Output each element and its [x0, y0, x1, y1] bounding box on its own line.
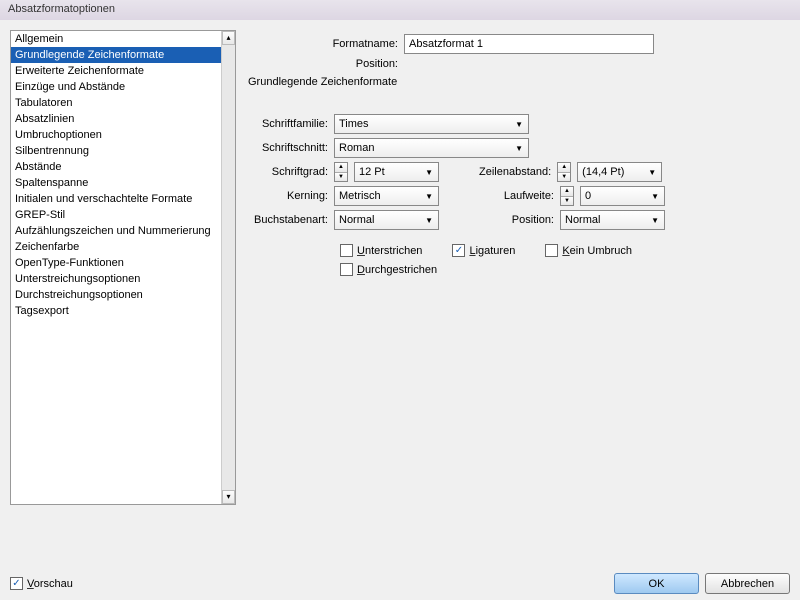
schriftgrad-label: Schriftgrad: — [248, 166, 328, 178]
cancel-button[interactable]: Abbrechen — [705, 573, 790, 594]
chevron-down-icon: ▼ — [422, 168, 436, 177]
sidebar-item[interactable]: Tagsexport — [11, 303, 221, 319]
zeilenabstand-value: (14,4 Pt) — [582, 166, 624, 178]
zeilenabstand-dropdown[interactable]: (14,4 Pt) ▼ — [577, 162, 662, 182]
spin-down-icon[interactable]: ▼ — [335, 173, 347, 182]
schriftfamilie-label: Schriftfamilie: — [248, 118, 328, 130]
laufweite-value: 0 — [585, 190, 591, 202]
position-value: Normal — [565, 214, 600, 226]
footer: ✓ Vorschau OK Abbrechen — [10, 573, 790, 594]
chevron-down-icon: ▼ — [648, 192, 662, 201]
sidebar-item[interactable]: Grundlegende Zeichenformate — [11, 47, 221, 63]
sidebar-item[interactable]: Einzüge und Abstände — [11, 79, 221, 95]
chevron-down-icon: ▼ — [648, 216, 662, 225]
sidebar-item[interactable]: Spaltenspanne — [11, 175, 221, 191]
kein-umbruch-label: Kein Umbruch — [562, 245, 632, 257]
section-title: Grundlegende Zeichenformate — [248, 76, 782, 88]
durchgestrichen-checkbox[interactable]: Durchgestrichen — [340, 263, 437, 276]
dialog-body: AllgemeinGrundlegende ZeichenformateErwe… — [0, 20, 800, 574]
schriftfamilie-dropdown[interactable]: Times ▼ — [334, 114, 529, 134]
spin-down-icon[interactable]: ▼ — [561, 197, 573, 206]
spin-up-icon[interactable]: ▲ — [335, 163, 347, 173]
spin-up-icon[interactable]: ▲ — [558, 163, 570, 173]
zeilenabstand-spinner[interactable]: ▲▼ — [557, 162, 571, 182]
sidebar-item[interactable]: Zeichenfarbe — [11, 239, 221, 255]
sidebar-item[interactable]: Tabulatoren — [11, 95, 221, 111]
durchgestrichen-label: Durchgestrichen — [357, 264, 437, 276]
buchstabenart-dropdown[interactable]: Normal ▼ — [334, 210, 439, 230]
checkbox-icon: ✓ — [452, 244, 465, 257]
scroll-up-icon[interactable]: ▴ — [222, 31, 235, 45]
kerning-label: Kerning: — [248, 190, 328, 202]
sidebar-item[interactable]: Durchstreichungsoptionen — [11, 287, 221, 303]
kein-umbruch-checkbox[interactable]: Kein Umbruch — [545, 244, 632, 257]
chevron-down-icon: ▼ — [422, 216, 436, 225]
schriftgrad-dropdown[interactable]: 12 Pt ▼ — [354, 162, 439, 182]
scroll-down-icon[interactable]: ▾ — [222, 490, 235, 504]
checkbox-icon — [545, 244, 558, 257]
spin-up-icon[interactable]: ▲ — [561, 187, 573, 197]
schriftschnitt-dropdown[interactable]: Roman ▼ — [334, 138, 529, 158]
laufweite-dropdown[interactable]: 0▼ — [580, 186, 665, 206]
spin-down-icon[interactable]: ▼ — [558, 173, 570, 182]
schriftschnitt-label: Schriftschnitt: — [248, 142, 328, 154]
kerning-dropdown[interactable]: Metrisch ▼ — [334, 186, 439, 206]
sidebar-item[interactable]: Abstände — [11, 159, 221, 175]
laufweite-spinner[interactable]: ▲▼ — [560, 186, 574, 206]
sidebar-item[interactable]: Erweiterte Zeichenformate — [11, 63, 221, 79]
schriftfamilie-value: Times — [339, 118, 369, 130]
main-panel: Formatname: Position: Grundlegende Zeich… — [248, 30, 790, 564]
buchstabenart-value: Normal — [339, 214, 374, 226]
sidebar-container: AllgemeinGrundlegende ZeichenformateErwe… — [10, 30, 236, 505]
schriftschnitt-value: Roman — [339, 142, 374, 154]
scrollbar[interactable]: ▴ ▾ — [221, 31, 235, 504]
buchstabenart-label: Buchstabenart: — [248, 214, 328, 226]
ok-button[interactable]: OK — [614, 573, 699, 594]
chevron-down-icon: ▼ — [512, 144, 526, 153]
vorschau-label: Vorschau — [27, 578, 73, 590]
formatname-input[interactable] — [404, 34, 654, 54]
sidebar-item[interactable]: OpenType-Funktionen — [11, 255, 221, 271]
sidebar-item[interactable]: Silbentrennung — [11, 143, 221, 159]
laufweite-label: Laufweite: — [479, 190, 554, 202]
chevron-down-icon: ▼ — [645, 168, 659, 177]
position-label: Position: — [479, 214, 554, 226]
position-header-label: Position: — [248, 58, 398, 70]
schriftgrad-value: 12 Pt — [359, 166, 385, 178]
chevron-down-icon: ▼ — [422, 192, 436, 201]
checkbox-icon: ✓ — [10, 577, 23, 590]
chevron-down-icon: ▼ — [512, 120, 526, 129]
ligaturen-checkbox[interactable]: ✓ Ligaturen — [452, 244, 515, 257]
sidebar-item[interactable]: Umbruchoptionen — [11, 127, 221, 143]
kerning-value: Metrisch — [339, 190, 381, 202]
checkbox-icon — [340, 263, 353, 276]
sidebar-item[interactable]: Aufzählungszeichen und Nummerierung — [11, 223, 221, 239]
sidebar-item[interactable]: Initialen und verschachtelte Formate — [11, 191, 221, 207]
sidebar-item[interactable]: GREP-Stil — [11, 207, 221, 223]
checkbox-icon — [340, 244, 353, 257]
sidebar-item[interactable]: Allgemein — [11, 31, 221, 47]
unterstrichen-label: Unterstrichen — [357, 245, 422, 257]
title-bar: Absatzformatoptionen — [0, 0, 800, 20]
position-dropdown[interactable]: Normal ▼ — [560, 210, 665, 230]
sidebar: AllgemeinGrundlegende ZeichenformateErwe… — [11, 31, 221, 504]
sidebar-item[interactable]: Absatzlinien — [11, 111, 221, 127]
zeilenabstand-label: Zeilenabstand: — [479, 166, 551, 178]
ligaturen-label: Ligaturen — [469, 245, 515, 257]
sidebar-item[interactable]: Unterstreichungsoptionen — [11, 271, 221, 287]
vorschau-checkbox[interactable]: ✓ Vorschau — [10, 577, 73, 590]
formatname-label: Formatname: — [248, 38, 398, 50]
schriftgrad-spinner[interactable]: ▲▼ — [334, 162, 348, 182]
unterstrichen-checkbox[interactable]: Unterstrichen — [340, 244, 422, 257]
